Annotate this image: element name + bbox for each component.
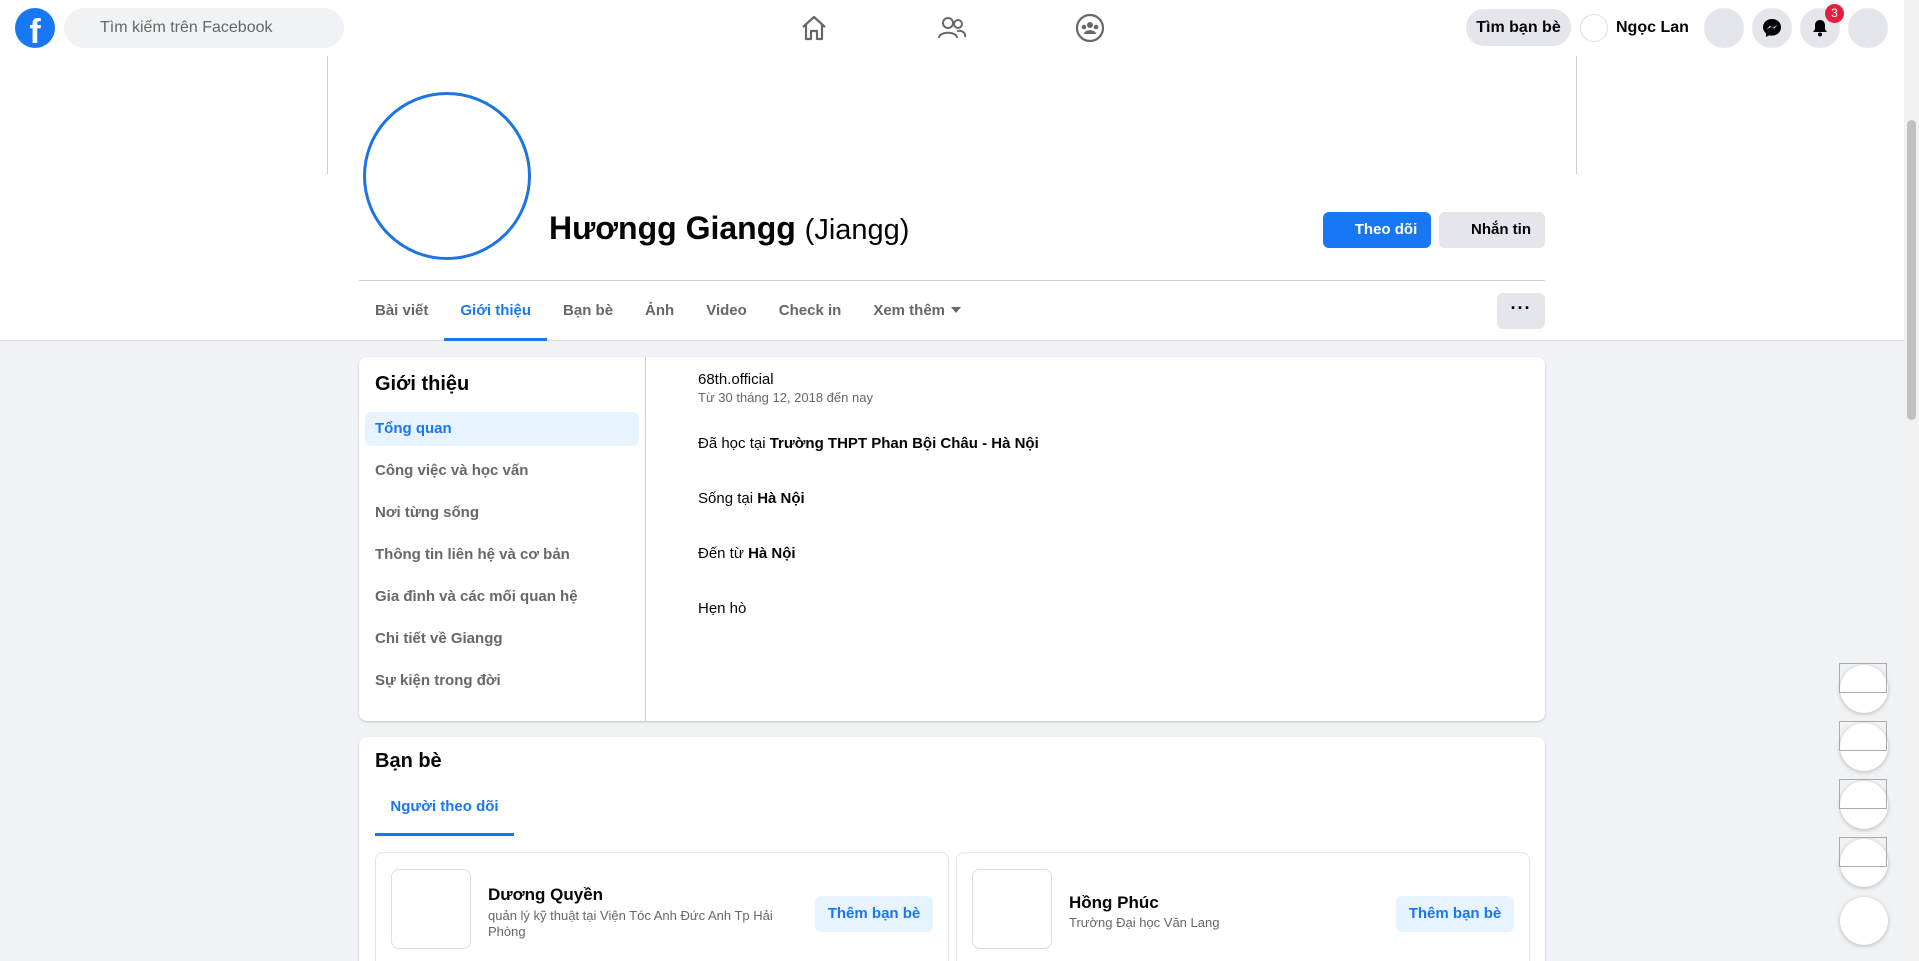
education-school[interactable]: Trường THPT Phan Bội Châu - Hà Nội xyxy=(770,435,1039,452)
tab-friends[interactable]: Bạn bè xyxy=(547,281,629,341)
follow-button[interactable]: Theo dõi xyxy=(1323,212,1431,248)
chat-head[interactable] xyxy=(1839,663,1888,713)
chat-head[interactable] xyxy=(1839,837,1888,887)
current-city-prefix: Sống tại xyxy=(698,490,758,507)
chat-head[interactable] xyxy=(1839,721,1888,771)
more-options-button[interactable]: ··· xyxy=(1497,293,1545,329)
about-menu-overview[interactable]: Tổng quan xyxy=(365,412,639,446)
notifications-button[interactable]: 3 xyxy=(1800,4,1844,48)
work-place[interactable]: 68th.official xyxy=(698,371,1039,388)
friend-description: quản lý kỹ thuật tại Viện Tóc Anh Đức An… xyxy=(488,908,773,939)
broken-image-icon xyxy=(1839,779,1887,809)
friends-card: Bạn bè Người theo dõi Dương Quyền quản l… xyxy=(359,737,1545,961)
tab-more-label: Xem thêm xyxy=(873,302,946,319)
relationship-item: Hẹn hò xyxy=(698,600,747,617)
current-city-item: Sống tại Hà Nội xyxy=(698,490,1039,507)
hometown-item: Đến từ Hà Nội xyxy=(698,545,1039,562)
user-name: Ngọc Lan xyxy=(1616,19,1689,36)
top-navbar: f Tìm kiếm trên Facebook Tìm bạn bè Ngọc… xyxy=(0,0,1904,56)
find-friends-button[interactable]: Tìm bạn bè xyxy=(1466,9,1571,46)
work-item: 68th.official Từ 30 tháng 12, 2018 đến n… xyxy=(698,371,1039,405)
friend-photo[interactable] xyxy=(391,869,471,949)
profile-tabs: Bài viết Giới thiệu Bạn bè Ảnh Video Che… xyxy=(359,281,977,341)
education-item: Đã học tại Trường THPT Phan Bội Châu - H… xyxy=(698,435,1039,452)
about-menu-contact-basic[interactable]: Thông tin liên hệ và cơ bản xyxy=(365,538,639,572)
tab-checkins[interactable]: Check in xyxy=(763,281,858,341)
current-city[interactable]: Hà Nội xyxy=(757,490,805,507)
friends-title: Bạn bè xyxy=(375,750,442,772)
about-menu-family[interactable]: Gia đình và các mối quan hệ xyxy=(365,580,639,614)
tab-videos[interactable]: Video xyxy=(690,281,763,341)
about-menu-work-education[interactable]: Công việc và học vấn xyxy=(365,454,639,488)
cover-edge-right xyxy=(1576,56,1577,174)
about-title: Giới thiệu xyxy=(375,373,470,395)
notification-badge: 3 xyxy=(1825,4,1844,23)
tab-about[interactable]: Giới thiệu xyxy=(444,281,547,341)
about-overview: 68th.official Từ 30 tháng 12, 2018 đến n… xyxy=(698,371,1039,655)
hometown[interactable]: Hà Nội xyxy=(748,545,796,562)
avatar xyxy=(1580,14,1608,42)
friend-name[interactable]: Dương Quyền xyxy=(488,885,603,905)
bell-icon xyxy=(1813,20,1827,37)
about-menu-places-lived[interactable]: Nơi từng sống xyxy=(365,496,639,530)
about-menu-details[interactable]: Chi tiết về Giangg xyxy=(365,622,639,656)
search-input[interactable]: Tìm kiếm trên Facebook xyxy=(64,8,344,48)
friend-name[interactable]: Hồng Phúc xyxy=(1069,893,1159,913)
list-item: Hồng Phúc Trường Đại học Văn Lang Thêm b… xyxy=(956,852,1530,961)
about-sidebar: Giới thiệu Tổng quan Công việc và học vấ… xyxy=(359,357,646,721)
profile-display-name: Hươngg Giangg xyxy=(549,210,796,246)
hometown-prefix: Đến từ xyxy=(698,545,749,562)
tab-followers[interactable]: Người theo dõi xyxy=(375,789,514,836)
broken-image-icon xyxy=(1839,721,1887,751)
tab-photos[interactable]: Ảnh xyxy=(629,281,690,341)
chevron-down-icon xyxy=(951,307,962,313)
user-profile-chip[interactable]: Ngọc Lan xyxy=(1580,12,1689,44)
cover-edge-left xyxy=(327,56,328,174)
chat-head[interactable] xyxy=(1839,779,1888,829)
profile-picture[interactable] xyxy=(363,92,531,260)
scrollbar[interactable] xyxy=(1904,0,1919,961)
broken-image-icon xyxy=(1839,663,1887,693)
broken-image-icon xyxy=(1839,837,1887,867)
menu-button[interactable] xyxy=(1704,8,1744,48)
tab-more[interactable]: Xem thêm xyxy=(857,281,977,341)
facebook-logo-icon[interactable]: f xyxy=(15,8,55,48)
new-message-button[interactable] xyxy=(1840,897,1888,945)
work-duration: Từ 30 tháng 12, 2018 đến nay xyxy=(698,390,873,405)
about-menu-life-events[interactable]: Sự kiện trong đời xyxy=(365,664,639,698)
profile-alt-name: (Jiangg) xyxy=(804,214,910,246)
list-item: Dương Quyền quản lý kỹ thuật tại Viện Tó… xyxy=(375,852,949,961)
groups-icon[interactable] xyxy=(1074,12,1106,44)
about-menu: Tổng quan Công việc và học vấn Nơi từng … xyxy=(365,412,639,706)
tab-posts[interactable]: Bài viết xyxy=(359,281,444,341)
add-friend-button[interactable]: Thêm bạn bè xyxy=(1396,896,1514,932)
friend-description: Trường Đại học Văn Lang xyxy=(1069,915,1220,930)
education-prefix: Đã học tại xyxy=(698,435,770,452)
add-friend-button[interactable]: Thêm bạn bè xyxy=(815,896,933,932)
account-button[interactable] xyxy=(1848,8,1888,48)
friend-photo[interactable] xyxy=(972,869,1052,949)
message-button[interactable]: Nhắn tin xyxy=(1439,212,1545,248)
profile-name: Hươngg Giangg (Jiangg) xyxy=(549,210,909,247)
scrollbar-thumb[interactable] xyxy=(1907,120,1916,420)
messenger-icon[interactable] xyxy=(1752,8,1792,48)
friends-icon[interactable] xyxy=(936,12,968,44)
about-card: Giới thiệu Tổng quan Công việc và học vấ… xyxy=(359,357,1545,721)
home-icon[interactable] xyxy=(798,12,830,44)
